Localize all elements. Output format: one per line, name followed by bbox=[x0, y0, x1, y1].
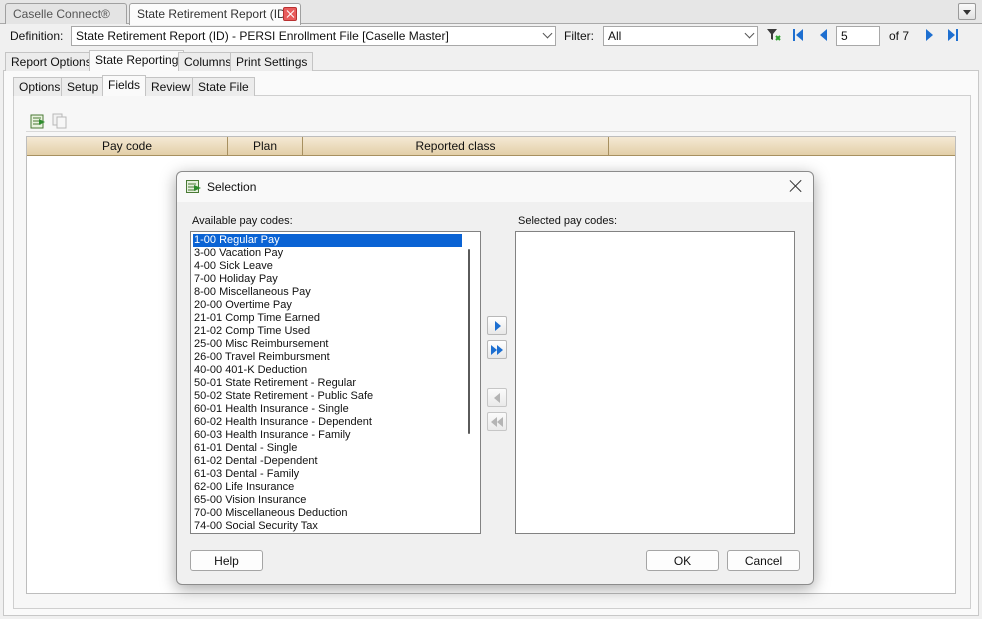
list-item[interactable]: 65-00 Vision Insurance bbox=[193, 494, 306, 507]
close-tab-icon[interactable] bbox=[283, 7, 297, 21]
cancel-button[interactable]: Cancel bbox=[727, 550, 800, 571]
column-header-pay-code[interactable]: Pay code bbox=[27, 137, 228, 156]
column-label: Pay code bbox=[101, 139, 153, 153]
tab-setup[interactable]: Setup bbox=[61, 77, 105, 96]
window-tab-label: State Retirement Report (ID) bbox=[137, 7, 290, 21]
first-record-icon[interactable] bbox=[792, 27, 808, 43]
column-header-plan[interactable]: Plan bbox=[228, 137, 303, 156]
list-item[interactable]: 50-01 State Retirement - Regular bbox=[193, 377, 356, 390]
copy-icon[interactable] bbox=[52, 113, 68, 129]
remove-selected-button[interactable] bbox=[487, 388, 507, 407]
tab-state-reporting[interactable]: State Reporting bbox=[89, 50, 185, 71]
selection-dialog: Selection Available pay codes: Selected … bbox=[176, 171, 814, 585]
previous-record-icon[interactable] bbox=[817, 27, 833, 43]
tab-label: Print Settings bbox=[236, 55, 308, 69]
window-tab-caselle-connect[interactable]: Caselle Connect® bbox=[5, 3, 127, 24]
last-record-icon[interactable] bbox=[945, 27, 961, 43]
tab-columns[interactable]: Columns bbox=[178, 52, 238, 71]
list-item[interactable]: 3-00 Vacation Pay bbox=[193, 247, 283, 260]
add-all-button[interactable] bbox=[487, 340, 507, 359]
list-item[interactable]: 62-00 Life Insurance bbox=[193, 481, 294, 494]
record-number-input[interactable]: 5 bbox=[836, 26, 880, 46]
tab-review[interactable]: Review bbox=[145, 77, 197, 96]
list-item[interactable]: 25-00 Misc Reimbursement bbox=[193, 338, 329, 351]
list-item[interactable]: 61-03 Dental - Family bbox=[193, 468, 299, 481]
definition-value: State Retirement Report (ID) - PERSI Enr… bbox=[76, 29, 449, 43]
next-record-icon[interactable] bbox=[922, 27, 938, 43]
record-total-label: of 7 bbox=[889, 29, 910, 43]
remove-all-button[interactable] bbox=[487, 412, 507, 431]
ok-button[interactable]: OK bbox=[646, 550, 719, 571]
chevron-down-icon bbox=[744, 28, 755, 39]
selection-app-icon bbox=[186, 180, 202, 194]
column-label: Reported class bbox=[415, 139, 496, 153]
tab-fields[interactable]: Fields bbox=[102, 75, 147, 96]
tab-label: Fields bbox=[108, 78, 141, 92]
definition-select[interactable]: State Retirement Report (ID) - PERSI Enr… bbox=[71, 26, 556, 46]
tab-label: State Reporting bbox=[95, 53, 179, 67]
button-label: OK bbox=[673, 554, 692, 568]
add-rows-icon[interactable] bbox=[30, 113, 46, 129]
window-tab-bar: Caselle Connect® State Retirement Report… bbox=[0, 0, 982, 25]
list-item[interactable]: 1-00 Regular Pay bbox=[192, 233, 463, 248]
list-item[interactable]: 50-02 State Retirement - Public Safe bbox=[193, 390, 373, 403]
arrow-right-icon bbox=[495, 321, 501, 331]
tab-state-file[interactable]: State File bbox=[192, 77, 255, 96]
column-header-reported-class[interactable]: Reported class bbox=[303, 137, 609, 156]
dialog-title: Selection bbox=[207, 180, 257, 194]
list-item[interactable]: 7-00 Holiday Pay bbox=[193, 273, 278, 286]
window-tab-state-retirement[interactable]: State Retirement Report (ID) bbox=[129, 3, 301, 25]
tab-label: Columns bbox=[184, 55, 232, 69]
tab-report-options[interactable]: Report Options bbox=[5, 52, 98, 71]
list-item[interactable]: 26-00 Travel Reimbursment bbox=[193, 351, 330, 364]
definition-label: Definition: bbox=[10, 29, 64, 43]
list-item[interactable]: 4-00 Sick Leave bbox=[193, 260, 273, 273]
filter-label: Filter: bbox=[564, 29, 594, 43]
record-number-value: 5 bbox=[841, 29, 848, 43]
list-item[interactable]: 70-00 Miscellaneous Deduction bbox=[193, 507, 347, 520]
tab-label: Setup bbox=[67, 80, 99, 94]
help-button[interactable]: Help bbox=[190, 550, 263, 571]
list-item[interactable]: 20-00 Overtime Pay bbox=[193, 299, 292, 312]
tab-print-settings[interactable]: Print Settings bbox=[230, 52, 314, 71]
list-item[interactable]: 61-01 Dental - Single bbox=[193, 442, 297, 455]
close-icon[interactable] bbox=[789, 179, 803, 193]
list-item[interactable]: 40-00 401-K Deduction bbox=[193, 364, 307, 377]
button-label: Help bbox=[214, 554, 239, 568]
tab-options[interactable]: Options bbox=[13, 77, 67, 96]
list-item[interactable]: 74-00 Social Security Tax bbox=[193, 520, 318, 533]
tab-label: Review bbox=[151, 80, 191, 94]
list-item[interactable]: 61-02 Dental -Dependent bbox=[193, 455, 318, 468]
list-item[interactable]: 21-02 Comp Time Used bbox=[193, 325, 310, 338]
window-menu-dropdown-button[interactable] bbox=[958, 3, 976, 20]
tab-label: State File bbox=[198, 80, 249, 94]
arrow-left-icon bbox=[494, 393, 500, 403]
selected-pay-codes-list[interactable] bbox=[515, 231, 795, 534]
list-scrollbar[interactable] bbox=[468, 249, 470, 434]
filter-select[interactable]: All bbox=[603, 26, 758, 46]
available-pay-codes-label: Available pay codes: bbox=[192, 215, 293, 227]
dialog-titlebar[interactable]: Selection bbox=[177, 172, 813, 202]
filter-value: All bbox=[608, 29, 622, 43]
filter-edit-icon[interactable] bbox=[766, 27, 782, 43]
window-tab-label: Caselle Connect® bbox=[13, 7, 110, 21]
grid-header: Pay code Plan Reported class bbox=[27, 137, 955, 156]
divider bbox=[26, 131, 956, 132]
tab-label: Report Options bbox=[11, 55, 92, 69]
add-selected-button[interactable] bbox=[487, 316, 507, 335]
available-pay-codes-list[interactable]: 1-00 Regular Pay 3-00 Vacation Pay 4-00 Si… bbox=[190, 231, 481, 534]
list-item[interactable]: 60-02 Health Insurance - Dependent bbox=[193, 416, 372, 429]
list-item[interactable]: 60-01 Health Insurance - Single bbox=[193, 403, 349, 416]
list-item[interactable]: 8-00 Miscellaneous Pay bbox=[193, 286, 311, 299]
column-label: Plan bbox=[252, 139, 278, 153]
list-item[interactable]: 21-01 Comp Time Earned bbox=[193, 312, 320, 325]
button-label: Cancel bbox=[744, 554, 783, 568]
column-header-empty bbox=[609, 137, 955, 156]
list-item[interactable]: 60-03 Health Insurance - Family bbox=[193, 429, 351, 442]
selected-pay-codes-label: Selected pay codes: bbox=[518, 215, 618, 227]
chevron-down-icon bbox=[542, 28, 553, 39]
tab-label: Options bbox=[19, 80, 61, 94]
